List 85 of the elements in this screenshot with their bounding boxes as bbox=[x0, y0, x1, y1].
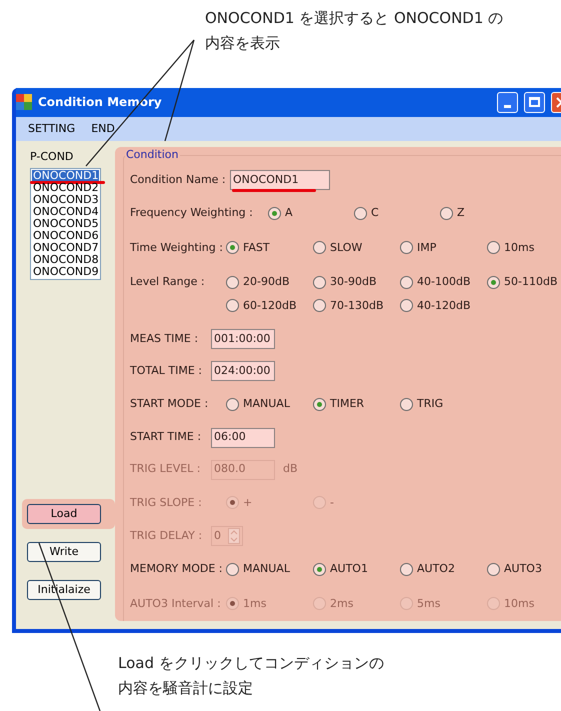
radio-label: IMP bbox=[417, 240, 436, 256]
radio-label: 1ms bbox=[243, 596, 266, 612]
field-label: MEMORY MODE : bbox=[130, 561, 224, 577]
radio-label: 50-110dB bbox=[504, 274, 558, 290]
radio-button[interactable] bbox=[313, 276, 326, 289]
radio-label: 10ms bbox=[504, 596, 534, 612]
list-item[interactable]: ONOCOND6 bbox=[32, 230, 99, 242]
radio-label: 30-90dB bbox=[330, 274, 376, 290]
radio-label: AUTO1 bbox=[330, 561, 368, 577]
radio-label: AUTO2 bbox=[417, 561, 455, 577]
input-field[interactable]: 001:00:00 bbox=[211, 329, 275, 349]
input-field[interactable]: 024:00:00 bbox=[211, 361, 275, 381]
radio-label: 2ms bbox=[330, 596, 354, 612]
radio-button[interactable] bbox=[226, 398, 239, 411]
radio-label: MANUAL bbox=[243, 561, 290, 577]
radio-button[interactable] bbox=[226, 276, 239, 289]
list-item[interactable]: ONOCOND9 bbox=[32, 266, 99, 278]
menu-item[interactable]: SETTING bbox=[28, 120, 76, 138]
list-item[interactable]: ONOCOND3 bbox=[32, 194, 99, 206]
unit-label: dB bbox=[283, 461, 298, 478]
list-item[interactable]: ONOCOND7 bbox=[32, 242, 99, 254]
list-item[interactable]: ONOCOND2 bbox=[32, 182, 99, 194]
list-item[interactable]: ONOCOND1 bbox=[32, 170, 99, 182]
radio-button[interactable] bbox=[400, 398, 413, 411]
input-field[interactable]: 06:00 bbox=[211, 428, 275, 448]
action-button[interactable]: Write bbox=[27, 542, 101, 562]
radio-button[interactable] bbox=[487, 241, 500, 254]
annotation-text: ONOCOND1 を選択すると ONOCOND1 の 内容を表示 bbox=[205, 8, 504, 54]
field-label: TRIG LEVEL : bbox=[130, 461, 202, 478]
radio-button[interactable] bbox=[226, 562, 239, 576]
radio-button[interactable] bbox=[268, 206, 281, 220]
radio-button[interactable] bbox=[313, 241, 326, 254]
radio-label: TIMER bbox=[330, 396, 364, 412]
list-label: P-COND bbox=[30, 149, 74, 165]
radio-label: 60-120dB bbox=[243, 298, 296, 314]
radio-button[interactable] bbox=[400, 276, 413, 289]
radio-label: AUTO3 bbox=[504, 561, 542, 577]
radio-label: - bbox=[330, 494, 334, 510]
radio-button[interactable] bbox=[400, 299, 413, 312]
radio-label: FAST bbox=[243, 240, 270, 256]
radio-label: 20-90dB bbox=[243, 274, 290, 290]
radio-button[interactable] bbox=[487, 562, 500, 576]
action-button[interactable]: Load bbox=[27, 504, 101, 524]
radio-label: 5ms bbox=[417, 596, 440, 612]
radio-button[interactable] bbox=[487, 276, 500, 289]
field-label: AUTO3 Interval : bbox=[130, 596, 222, 612]
radio-label: A bbox=[285, 205, 293, 221]
input-field[interactable]: ONOCOND1 bbox=[230, 170, 330, 190]
field-label: MEAS TIME : bbox=[130, 330, 200, 347]
field-label: Frequency Weighting : bbox=[130, 205, 254, 221]
field-label: Condition Name : bbox=[130, 172, 227, 188]
field-label: Level Range : bbox=[130, 274, 206, 290]
radio-label: TRIG bbox=[417, 396, 444, 412]
radio-button[interactable] bbox=[313, 562, 326, 576]
radio-button[interactable] bbox=[313, 299, 326, 312]
annotation-text: Load をクリックしてコンディションの 内容を騒音計に設定 bbox=[118, 653, 385, 699]
radio-label: 70-130dB bbox=[330, 298, 384, 314]
radio-label: MANUAL bbox=[243, 396, 290, 412]
app-icon bbox=[16, 94, 32, 110]
menu-item[interactable]: END bbox=[91, 120, 115, 138]
field-label: START MODE : bbox=[130, 396, 210, 412]
radio-label: + bbox=[243, 494, 252, 510]
list-item[interactable]: ONOCOND5 bbox=[32, 218, 99, 230]
radio-button[interactable] bbox=[226, 241, 239, 254]
radio-button[interactable] bbox=[313, 398, 326, 411]
list-item[interactable]: ONOCOND4 bbox=[32, 206, 99, 218]
radio-button[interactable] bbox=[400, 241, 413, 254]
radio-button[interactable] bbox=[226, 299, 239, 312]
field-label: TRIG DELAY : bbox=[130, 528, 204, 544]
radio-button[interactable] bbox=[354, 206, 367, 220]
radio-label: 40-100dB bbox=[417, 274, 470, 290]
radio-label: C bbox=[371, 205, 379, 221]
maximize-button[interactable] bbox=[524, 92, 545, 113]
radio-label: 40-120dB bbox=[417, 298, 470, 314]
radio-label: SLOW bbox=[330, 240, 362, 256]
field-label: Time Weighting : bbox=[130, 240, 224, 256]
radio-button[interactable] bbox=[440, 206, 453, 220]
radio-label: Z bbox=[457, 205, 465, 221]
minimize-button[interactable] bbox=[497, 92, 518, 113]
field-label: TOTAL TIME : bbox=[130, 362, 203, 379]
list-item[interactable]: ONOCOND8 bbox=[32, 254, 99, 266]
radio-label: 10ms bbox=[504, 240, 534, 256]
field-label: TRIG SLOPE : bbox=[130, 494, 203, 510]
field-label: START TIME : bbox=[130, 429, 202, 446]
radio-button[interactable] bbox=[400, 562, 413, 576]
